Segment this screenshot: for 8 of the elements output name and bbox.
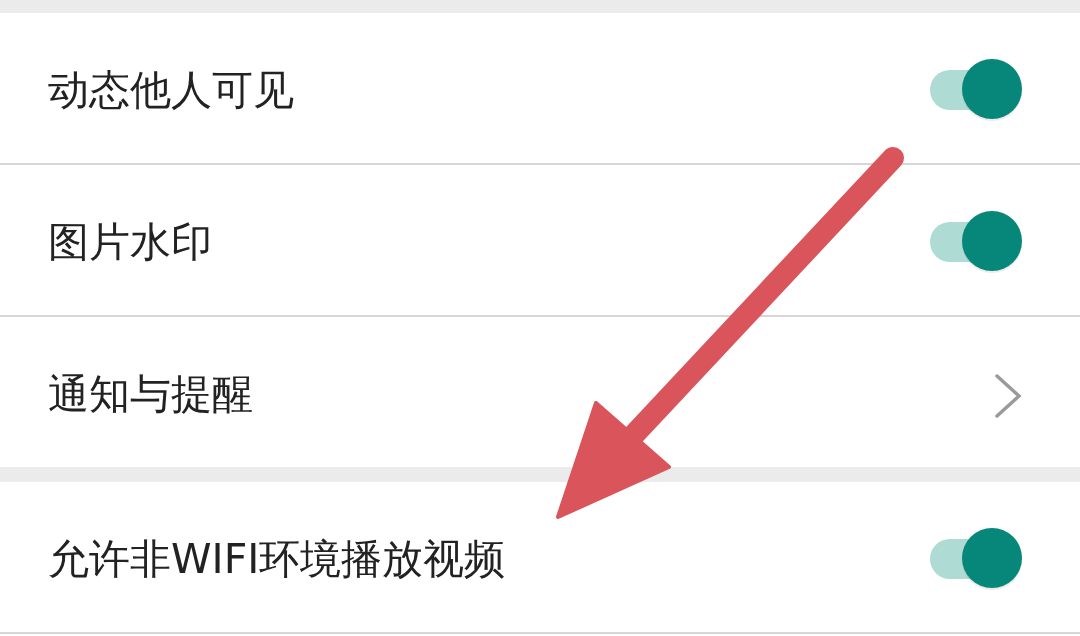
toggle-switch[interactable]: [928, 527, 1024, 591]
setting-label: 通知与提醒: [48, 368, 253, 420]
toggle-switch[interactable]: [928, 58, 1024, 122]
chevron-right-icon: [994, 373, 1022, 419]
toggle-switch[interactable]: [928, 210, 1024, 274]
setting-label: 动态他人可见: [48, 64, 294, 116]
setting-label: 允许非WIFI环境播放视频: [48, 533, 506, 585]
setting-label: 图片水印: [48, 216, 212, 268]
